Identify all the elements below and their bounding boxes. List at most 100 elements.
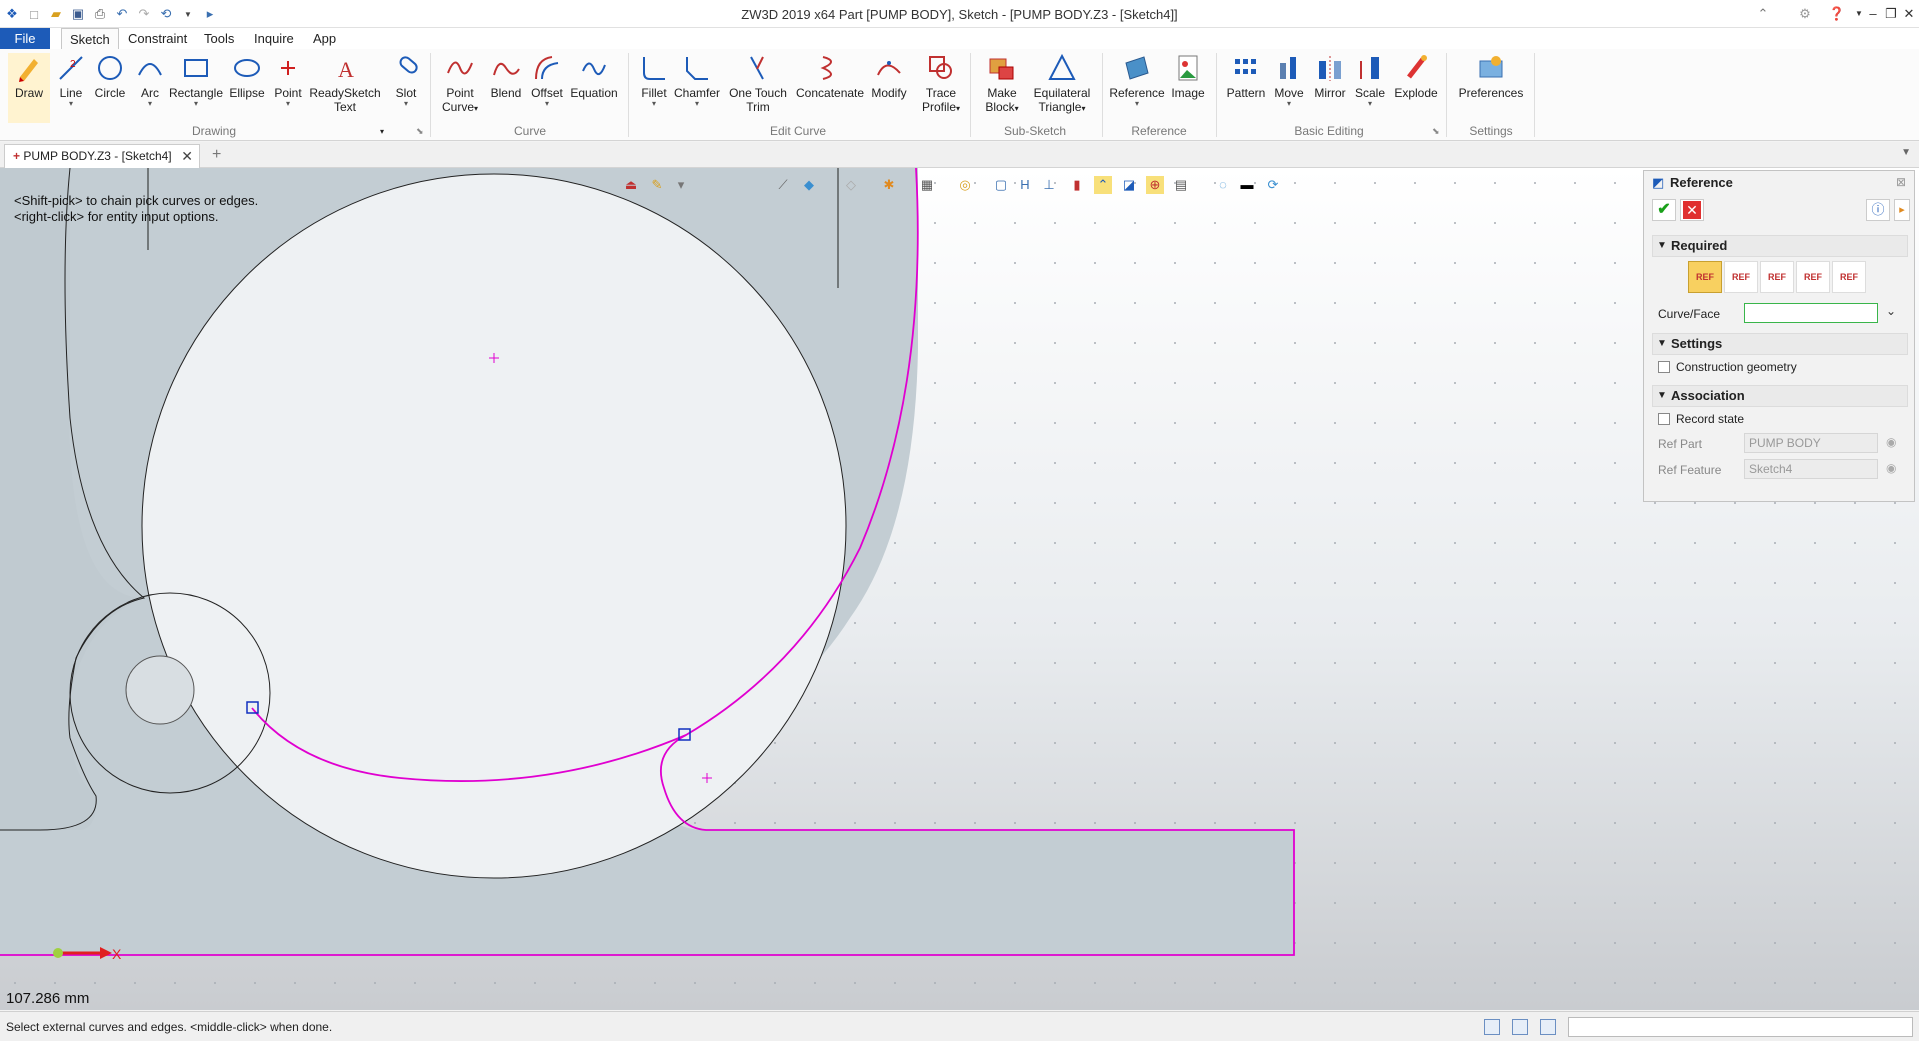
slot-button[interactable]: Slot ▾: [388, 53, 424, 108]
eraser-icon[interactable]: ✎: [648, 176, 666, 194]
help-side-button[interactable]: ▸: [1894, 199, 1910, 221]
ellipse-button[interactable]: Ellipse: [226, 53, 268, 100]
concatenate-button[interactable]: Concatenate: [796, 53, 864, 100]
tab-inquire[interactable]: Inquire: [246, 28, 302, 49]
chamfer-button[interactable]: Chamfer ▾: [674, 53, 720, 108]
close-tab-icon[interactable]: ✕: [181, 145, 193, 167]
rotate-view-icon[interactable]: ⟳: [1264, 176, 1282, 194]
drawing-launcher-icon[interactable]: ⬊: [416, 126, 424, 137]
image-button[interactable]: Image: [1168, 53, 1208, 100]
ref-section-type-button[interactable]: REF: [1796, 261, 1830, 293]
make-block-button[interactable]: Make Block▾: [978, 53, 1026, 116]
point-curve-button[interactable]: Point Curve▾: [438, 53, 482, 116]
document-tab[interactable]: + PUMP BODY.Z3 - [Sketch4] ✕: [4, 144, 200, 168]
snap-grid-icon[interactable]: ◪: [1120, 176, 1138, 194]
basic-editing-launcher-icon[interactable]: ⬊: [1432, 126, 1440, 137]
help-icon[interactable]: ❓: [1826, 4, 1848, 24]
tab-sketch[interactable]: Sketch: [61, 28, 119, 49]
file-menu[interactable]: File: [0, 28, 50, 49]
section-settings[interactable]: ▼ Settings: [1652, 333, 1908, 355]
status-list-icon[interactable]: [1540, 1019, 1556, 1035]
tab-constraint[interactable]: Constraint: [120, 28, 195, 49]
equilateral-triangle-button[interactable]: Equilateral Triangle▾: [1030, 53, 1094, 116]
zoom-height-icon[interactable]: H: [1016, 176, 1034, 194]
mirror-button[interactable]: Mirror: [1310, 53, 1350, 100]
scale-dropdown-icon[interactable]: ▾: [1352, 100, 1388, 108]
offset-button[interactable]: Offset ▾: [528, 53, 566, 108]
ref-face-type-button[interactable]: REF: [1832, 261, 1866, 293]
line-button[interactable]: 2 Line ▾: [54, 53, 88, 108]
status-window-icon[interactable]: [1484, 1019, 1500, 1035]
fillet-dropdown-icon[interactable]: ▾: [636, 100, 672, 108]
make-block-dropdown-icon[interactable]: ▾: [1015, 104, 1019, 113]
plane-icon[interactable]: ⊥: [1040, 176, 1058, 194]
line-style-icon[interactable]: ▬: [1238, 176, 1256, 194]
view-cube-icon[interactable]: ◆: [800, 176, 818, 194]
tab-list-icon[interactable]: ▼: [1901, 147, 1911, 158]
status-display-icon[interactable]: [1512, 1019, 1528, 1035]
scale-button[interactable]: Scale ▾: [1352, 53, 1388, 108]
move-dropdown-icon[interactable]: ▾: [1270, 100, 1308, 108]
arc-button[interactable]: Arc ▾: [134, 53, 166, 108]
display-style-icon[interactable]: ▤: [1172, 176, 1190, 194]
ref-point-type-button[interactable]: REF: [1760, 261, 1794, 293]
filter-icon[interactable]: ▾: [672, 176, 690, 194]
tab-app[interactable]: App: [305, 28, 344, 49]
move-button[interactable]: Move ▾: [1270, 53, 1308, 108]
equation-button[interactable]: Equation: [568, 53, 620, 100]
panel-close-icon[interactable]: ⊠: [1896, 175, 1906, 189]
one-touch-trim-button[interactable]: One Touch Trim: [726, 53, 790, 114]
rectangle-button[interactable]: Rectangle ▾: [168, 53, 224, 108]
add-tab-icon[interactable]: +: [212, 146, 221, 164]
render-mode-icon[interactable]: ✱: [880, 176, 898, 194]
pattern-button[interactable]: Pattern: [1224, 53, 1268, 100]
color-icon[interactable]: ▮: [1068, 176, 1086, 194]
chamfer-dropdown-icon[interactable]: ▾: [674, 100, 720, 108]
reference-button[interactable]: Reference ▾: [1108, 53, 1166, 108]
zoom-window-icon[interactable]: ▢: [992, 176, 1010, 194]
slot-dropdown-icon[interactable]: ▾: [388, 100, 424, 108]
ref-curve-type-button[interactable]: REF: [1688, 261, 1722, 293]
section-association[interactable]: ▼ Association: [1652, 385, 1908, 407]
trace-profile-button[interactable]: Trace Profile▾: [918, 53, 964, 116]
curve-face-input[interactable]: [1744, 303, 1878, 323]
settings-gear-icon[interactable]: ⚙: [1794, 4, 1816, 24]
expand-options-icon[interactable]: ⌄: [1886, 304, 1896, 318]
ref-spline-type-button[interactable]: REF: [1724, 261, 1758, 293]
arc-dropdown-icon[interactable]: ▾: [134, 100, 166, 108]
draw-button[interactable]: Draw: [8, 53, 50, 123]
point-button[interactable]: Point ▾: [270, 53, 306, 108]
tab-tools[interactable]: Tools: [196, 28, 242, 49]
ribbon-collapse-icon[interactable]: ⌃: [1752, 4, 1774, 24]
trace-dropdown-icon[interactable]: ▾: [956, 104, 960, 113]
circle-button[interactable]: Circle: [92, 53, 128, 100]
point-curve-dropdown-icon[interactable]: ▾: [474, 104, 478, 113]
dashed-circle-icon[interactable]: ◌: [1214, 176, 1232, 194]
rectangle-dropdown-icon[interactable]: ▾: [168, 100, 224, 108]
explode-button[interactable]: Explode: [1392, 53, 1440, 100]
readysketch-text-button[interactable]: A ReadySketch Text: [308, 53, 382, 114]
close-window-button[interactable]: ✕: [1898, 4, 1919, 24]
modify-button[interactable]: Modify: [866, 53, 912, 100]
graphics-viewport[interactable]: X <Shift-pick> to chain pick curves or e…: [0, 168, 1919, 1010]
line-dropdown-icon[interactable]: ▾: [54, 100, 88, 108]
pick-filter-icon[interactable]: ⟋: [774, 176, 792, 194]
blend-button[interactable]: Blend: [488, 53, 524, 100]
eq-tri-dropdown-icon[interactable]: ▾: [1081, 104, 1085, 113]
fillet-button[interactable]: Fillet ▾: [636, 53, 672, 108]
point-dropdown-icon[interactable]: ▾: [270, 100, 306, 108]
snap-center-icon[interactable]: ⊕: [1146, 176, 1164, 194]
offset-dropdown-icon[interactable]: ▾: [528, 100, 566, 108]
ok-button[interactable]: ✔: [1652, 199, 1676, 221]
section-required[interactable]: ▼ Required: [1652, 235, 1908, 257]
view-orient-icon[interactable]: ◇: [842, 176, 860, 194]
record-state-checkbox[interactable]: [1658, 413, 1670, 425]
zoom-all-icon[interactable]: ◎: [956, 176, 974, 194]
construction-geometry-checkbox[interactable]: [1658, 361, 1670, 373]
exit-icon[interactable]: ⏏: [622, 176, 640, 194]
command-input[interactable]: [1568, 1017, 1913, 1037]
preferences-button[interactable]: Preferences: [1454, 53, 1528, 100]
reference-dropdown-icon[interactable]: ▾: [1108, 100, 1166, 108]
snap-curve-icon[interactable]: ⌃: [1094, 176, 1112, 194]
info-button[interactable]: ⓘ: [1866, 199, 1890, 221]
